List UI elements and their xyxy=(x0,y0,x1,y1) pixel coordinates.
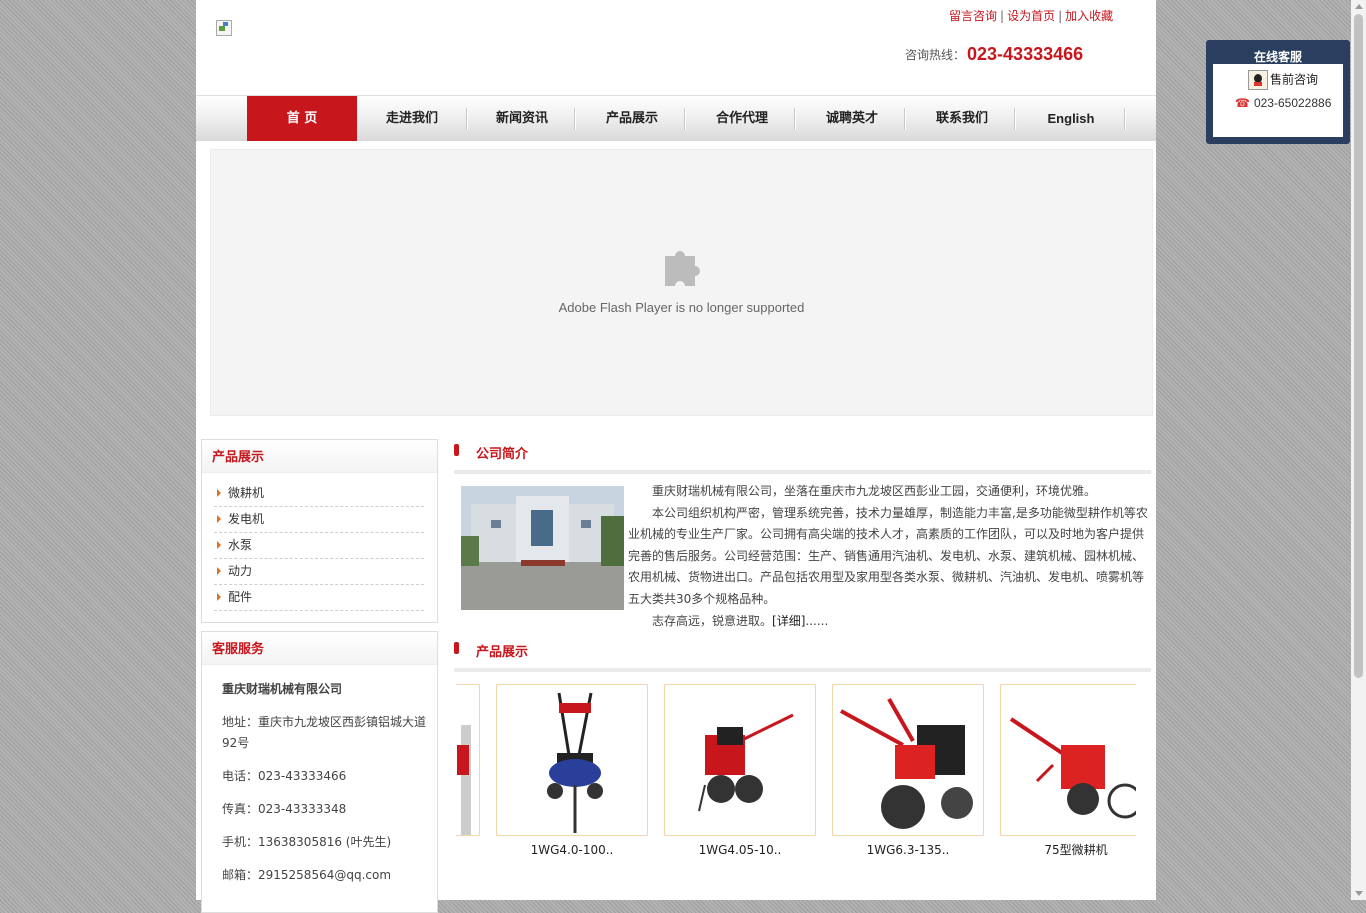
service-phone: ☎ 023-65022886 xyxy=(1235,96,1331,110)
online-service-title: 在线客服 xyxy=(1253,50,1302,64)
product-caption: 1WG4.05-10.. xyxy=(698,843,782,857)
category-label: 配件 xyxy=(228,590,253,604)
product-card[interactable]: 1WG4.0-100.. xyxy=(496,684,648,858)
flash-unsupported-message: Adobe Flash Player is no longer supporte… xyxy=(558,300,805,315)
nav-divider xyxy=(1124,108,1126,130)
scroll-up-icon[interactable] xyxy=(1355,4,1363,9)
hotline: 咨询热线： 023-43333466 xyxy=(905,44,1083,65)
contact-info: 重庆财瑞机械有限公司 地址：重庆市九龙坡区西彭镇铝城大道92号 电话：023-4… xyxy=(202,665,437,886)
arrow-right-icon xyxy=(217,567,221,575)
about-section-header: 公司简介 xyxy=(454,440,1151,474)
category-item[interactable]: 配件 xyxy=(214,585,424,611)
section-marker xyxy=(454,444,459,456)
nav-divider xyxy=(574,108,576,130)
service-phone-number: 023-65022886 xyxy=(1253,96,1332,110)
scroll-down-icon[interactable] xyxy=(1355,891,1363,896)
category-label: 水泵 xyxy=(228,538,253,552)
nav-divider xyxy=(684,108,686,130)
about-paragraph: 本公司组织机构严密，管理系统完善，技术力量雄厚，制造能力丰富,是多功能微型耕作机… xyxy=(628,505,1148,606)
scrollbar-thumb[interactable] xyxy=(1354,14,1363,678)
page-container: 留言咨询 | 设为首页 | 加入收藏 咨询热线： 023-43333466 首 页 走进我… xyxy=(196,0,1156,913)
category-list: 微耕机 发电机 水泵 动力 配件 xyxy=(202,473,437,619)
category-item[interactable]: 水泵 xyxy=(214,533,424,559)
nav-news[interactable]: 新闻资讯 xyxy=(467,96,577,141)
product-caption: 75型微耕机 xyxy=(1044,843,1108,857)
nav-contact[interactable]: 联系我们 xyxy=(907,96,1017,141)
link-separator: | xyxy=(1058,9,1063,23)
category-item[interactable]: 动力 xyxy=(214,559,424,585)
read-more-link[interactable]: [详细] xyxy=(772,614,805,628)
product-card[interactable]: 75型微耕机 xyxy=(1000,684,1136,858)
set-homepage-link[interactable]: 设为首页 xyxy=(1007,9,1055,23)
product-carousel: 1WG4.0-100.. 1WG4.05-10.. 1WG6.3-135.. 7… xyxy=(456,684,1136,864)
nav-products[interactable]: 产品展示 xyxy=(577,96,687,141)
category-label: 微耕机 xyxy=(228,486,265,500)
logo-image[interactable] xyxy=(216,20,232,36)
category-label: 动力 xyxy=(228,564,253,578)
company-name: 重庆财瑞机械有限公司 xyxy=(222,682,343,696)
about-paragraph: 志存高远，锐意进取。[详细]...... xyxy=(628,611,1150,633)
about-text: 重庆财瑞机械有限公司，坐落在重庆市九龙坡区西彭业工园，交通便利，环境优雅。 本公… xyxy=(628,481,1150,632)
nav-home[interactable]: 首 页 xyxy=(247,96,357,141)
product-caption: 1WG4.0-100.. xyxy=(530,843,614,857)
nav-about[interactable]: 走进我们 xyxy=(357,96,467,141)
email: 邮箱：2915258564@qq.com xyxy=(222,868,392,882)
product-image xyxy=(1000,684,1136,836)
add-favorite-link[interactable]: 加入收藏 xyxy=(1065,9,1113,23)
telephone-icon: ☎ xyxy=(1235,96,1250,110)
products-section-header: 产品展示 xyxy=(454,638,1151,672)
category-item[interactable]: 微耕机 xyxy=(214,481,424,507)
mobile: 手机：13638305816 (叶先生) xyxy=(222,835,392,849)
product-card[interactable]: 1WG6.3-135.. xyxy=(832,684,984,858)
flash-banner[interactable]: Adobe Flash Player is no longer supporte… xyxy=(210,149,1153,416)
products-section-title: 产品展示 xyxy=(476,645,529,660)
nav-divider xyxy=(794,108,796,130)
product-category-box: 产品展示 微耕机 发电机 水泵 动力 配件 xyxy=(201,439,438,623)
top-links: 留言咨询 | 设为首页 | 加入收藏 xyxy=(949,7,1113,24)
product-category-title: 产品展示 xyxy=(202,440,437,473)
section-marker xyxy=(454,642,459,654)
about-paragraph: 重庆财瑞机械有限公司，坐落在重庆市九龙坡区西彭业工园，交通便利，环境优雅。 xyxy=(652,484,1097,498)
presales-label: 售前咨询 xyxy=(1270,72,1319,87)
fax: 传真：023-43333348 xyxy=(222,802,347,816)
product-image xyxy=(456,684,480,836)
presales-qq-button[interactable]: 售前咨询 xyxy=(1248,70,1318,90)
main-nav: 首 页 走进我们 新闻资讯 产品展示 合作代理 诚聘英才 联系我们 Englis… xyxy=(196,95,1156,141)
message-link[interactable]: 留言咨询 xyxy=(949,9,997,23)
vertical-scrollbar[interactable] xyxy=(1351,0,1366,900)
product-image xyxy=(496,684,648,836)
nav-english[interactable]: English xyxy=(1016,96,1126,141)
online-service-panel: 在线客服 售前咨询 ☎ 023-65022886 xyxy=(1206,40,1350,144)
category-item[interactable]: 发电机 xyxy=(214,507,424,533)
arrow-right-icon xyxy=(217,515,221,523)
hotline-number: 023-43333466 xyxy=(967,44,1084,64)
customer-service-title: 客服服务 xyxy=(202,632,437,665)
nav-divider xyxy=(904,108,906,130)
phone: 电话：023-43333466 xyxy=(222,769,347,783)
qq-icon xyxy=(1248,70,1268,90)
about-slogan: 志存高远，锐意进取。 xyxy=(652,613,773,628)
online-service-body: 售前咨询 ☎ 023-65022886 xyxy=(1213,64,1343,137)
arrow-right-icon xyxy=(217,489,221,497)
product-card[interactable] xyxy=(456,684,480,836)
about-section-title: 公司简介 xyxy=(476,447,529,462)
arrow-right-icon xyxy=(217,541,221,549)
hotline-label: 咨询热线： xyxy=(905,48,966,62)
plugin-missing-icon xyxy=(665,251,700,286)
product-caption: 1WG6.3-135.. xyxy=(866,843,950,857)
category-label: 发电机 xyxy=(228,512,265,526)
company-building-photo[interactable] xyxy=(461,486,624,610)
product-card[interactable]: 1WG4.05-10.. xyxy=(664,684,816,858)
link-separator: | xyxy=(1000,9,1005,23)
product-image xyxy=(832,684,984,836)
arrow-right-icon xyxy=(217,593,221,601)
customer-service-box: 客服服务 重庆财瑞机械有限公司 地址：重庆市九龙坡区西彭镇铝城大道92号 电话：… xyxy=(201,631,438,913)
ellipsis: ...... xyxy=(805,613,829,628)
product-image xyxy=(664,684,816,836)
nav-jobs[interactable]: 诚聘英才 xyxy=(797,96,907,141)
address: 地址：重庆市九龙坡区西彭镇铝城大道92号 xyxy=(222,715,427,750)
nav-agency[interactable]: 合作代理 xyxy=(687,96,797,141)
